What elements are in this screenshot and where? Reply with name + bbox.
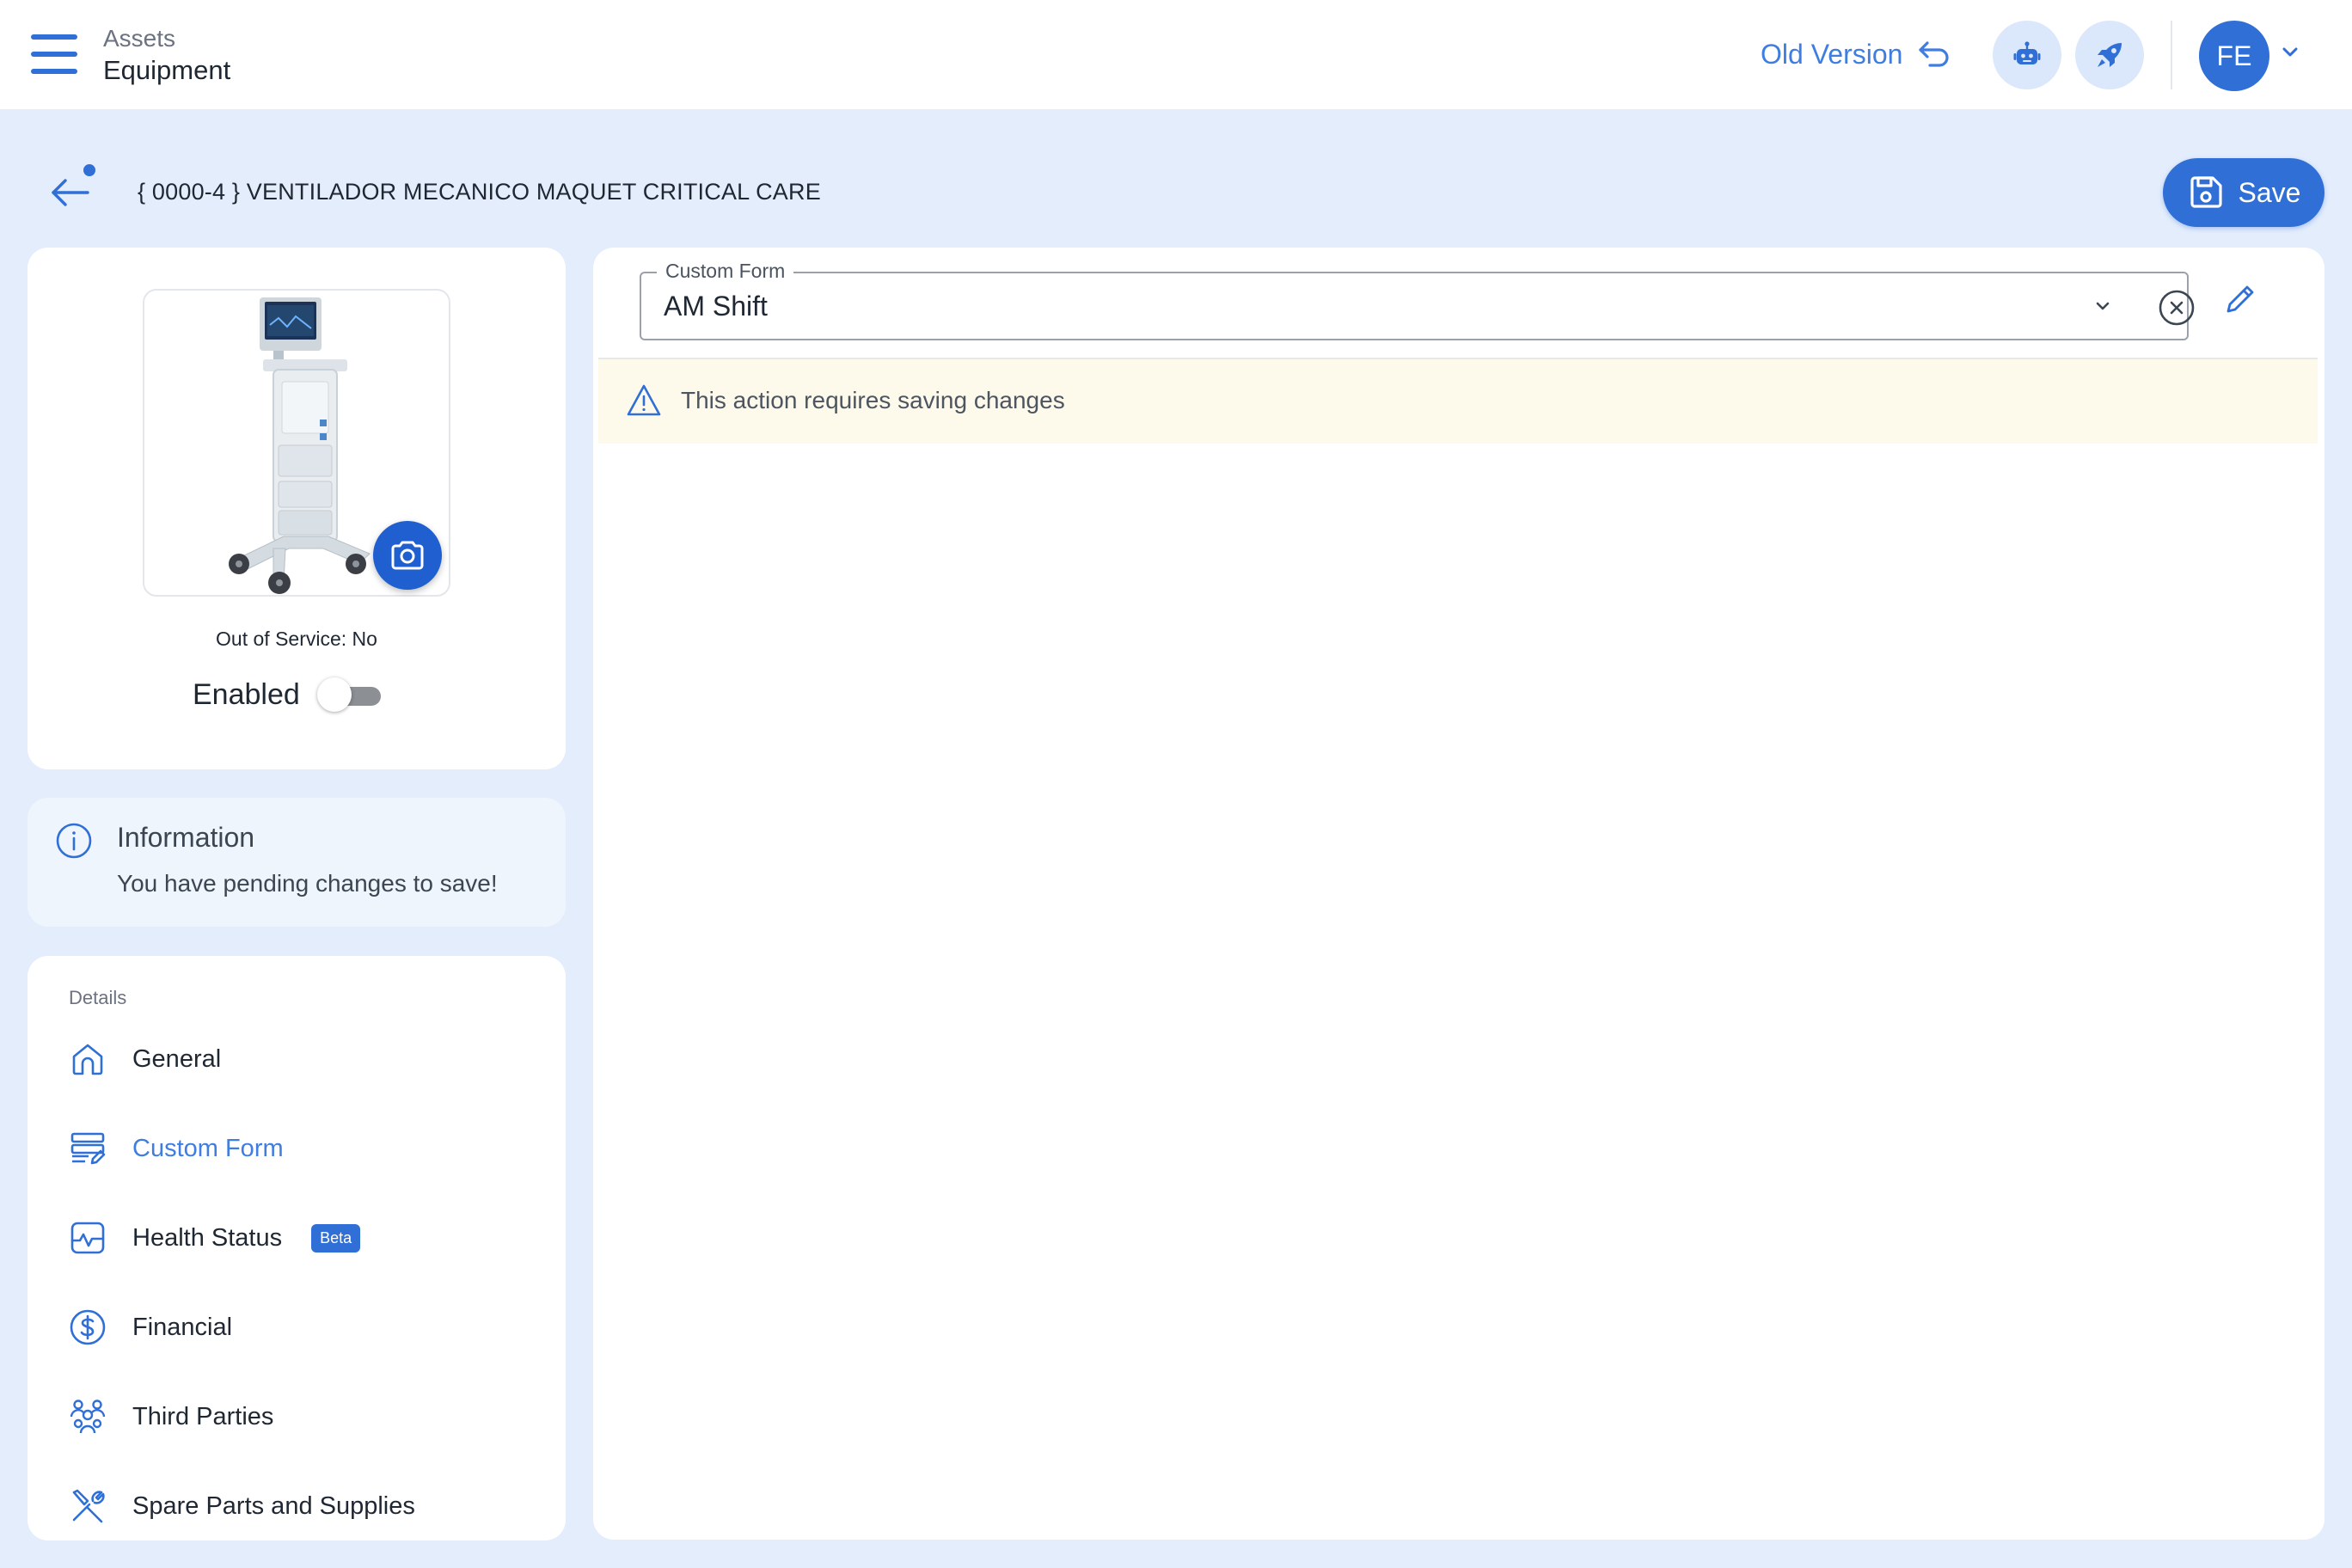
menu-item-spare-parts[interactable]: Spare Parts and Supplies [69,1480,415,1532]
menu-item-label: Custom Form [132,1134,284,1162]
menu-item-third-parties[interactable]: Third Parties [69,1391,273,1442]
save-button[interactable]: Save [2163,158,2324,227]
camera-icon [391,541,424,570]
chevron-down-icon[interactable] [2091,294,2115,318]
info-title: Information [117,822,255,853]
info-banner: Information You have pending changes to … [28,798,566,927]
form-icon [70,1132,106,1165]
menu-item-label: Spare Parts and Supplies [132,1491,415,1520]
clear-selection-icon[interactable] [2158,289,2196,327]
asset-title: { 0000-4 } VENTILADOR MECANICO MAQUET CR… [138,179,821,205]
assistant-bot-button[interactable] [1993,21,2061,89]
info-icon [56,823,92,859]
menu-item-health-status[interactable]: Health Status Beta [69,1212,361,1264]
floppy-disk-icon [2190,176,2222,208]
breadcrumb-parent[interactable]: Assets [103,24,230,53]
custom-form-selected-value: AM Shift [664,291,768,322]
heartbeat-icon [70,1222,105,1254]
details-menu: Details General Custom Form Health Statu… [28,956,566,1540]
menu-item-label: General [132,1044,222,1073]
menu-icon[interactable] [31,34,77,74]
user-avatar[interactable]: FE [2199,21,2269,91]
asset-image-card: Out of Service: No Enabled [28,248,566,769]
enabled-label: Enabled [193,677,300,711]
header-divider [2171,21,2172,89]
old-version-label: Old Version [1761,38,1903,70]
old-version-link[interactable]: Old Version [1761,34,1951,74]
chevron-down-icon[interactable] [2282,46,2299,58]
enabled-row: Enabled [193,676,384,714]
unsaved-indicator-dot [83,164,95,176]
beta-badge: Beta [311,1223,361,1253]
menu-item-label: Financial [132,1313,233,1341]
enabled-toggle[interactable] [316,676,384,714]
custom-form-panel: Custom Form AM Shift This action require… [593,248,2324,1540]
menu-item-label: Health Status [132,1223,283,1252]
breadcrumb: Assets Equipment [103,24,230,88]
top-bar: Assets Equipment Old Version FE [0,0,2352,109]
warning-triangle-icon [627,384,661,416]
whats-new-button[interactable] [2075,21,2144,89]
home-icon [72,1044,103,1075]
menu-item-label: Third Parties [132,1402,274,1430]
menu-item-general[interactable]: General [69,1033,221,1085]
back-arrow-icon[interactable] [48,168,100,217]
rocket-icon [2098,43,2122,67]
pencil-edit-icon[interactable] [2223,282,2257,316]
warning-message: This action requires saving changes [681,387,1065,413]
details-heading: Details [69,987,127,1008]
warning-banner: This action requires saving changes [598,359,2318,444]
undo-arrow-icon [1919,41,1950,67]
page-title: Equipment [103,55,231,85]
menu-item-custom-form[interactable]: Custom Form [69,1123,284,1174]
custom-form-select[interactable]: Custom Form AM Shift [640,260,2195,340]
change-photo-button[interactable] [373,521,442,590]
dollar-icon [70,1309,106,1345]
custom-form-field-label: Custom Form [657,260,794,283]
people-group-icon [70,1400,106,1434]
info-message: You have pending changes to save! [117,870,498,897]
out-of-service-status: Out of Service: No [216,628,377,650]
robot-icon [2013,41,2041,64]
save-label: Save [2238,176,2301,208]
tools-icon [72,1489,105,1523]
menu-item-financial[interactable]: Financial [69,1302,232,1353]
